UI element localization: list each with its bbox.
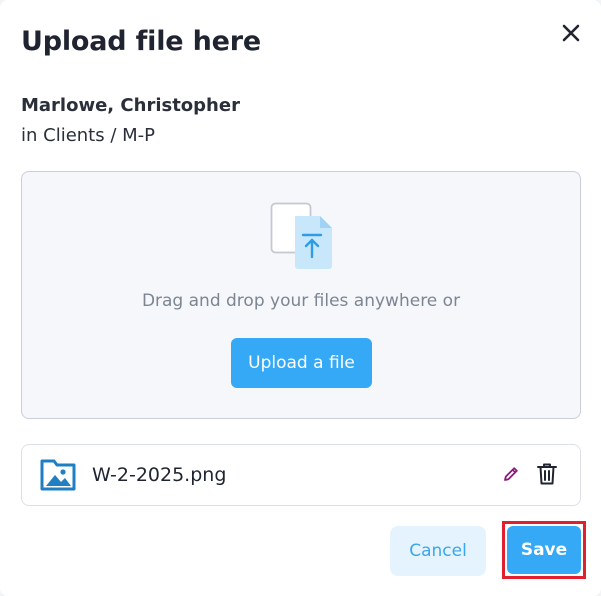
trash-icon (537, 463, 557, 485)
upload-file-modal: Upload file here Marlowe, Christopher in… (0, 0, 601, 596)
client-location: in Clients / M-P (21, 125, 156, 146)
upload-file-button[interactable]: Upload a file (231, 338, 372, 388)
modal-title: Upload file here (21, 26, 261, 57)
client-name: Marlowe, Christopher (21, 95, 240, 116)
image-file-icon (40, 459, 76, 491)
rename-file-button[interactable] (502, 465, 520, 487)
cancel-button[interactable]: Cancel (390, 526, 486, 576)
file-name: W-2-2025.png (92, 464, 227, 486)
uploaded-file-item: W-2-2025.png (21, 444, 581, 506)
close-icon (562, 24, 580, 42)
save-button[interactable]: Save (507, 526, 581, 574)
close-button[interactable] (558, 20, 584, 46)
file-dropzone[interactable]: Drag and drop your files anywhere or Upl… (21, 171, 581, 419)
pencil-icon (504, 467, 518, 481)
file-upload-icon (270, 202, 332, 269)
delete-file-button[interactable] (536, 462, 558, 490)
dropzone-instructions: Drag and drop your files anywhere or (141, 291, 461, 311)
